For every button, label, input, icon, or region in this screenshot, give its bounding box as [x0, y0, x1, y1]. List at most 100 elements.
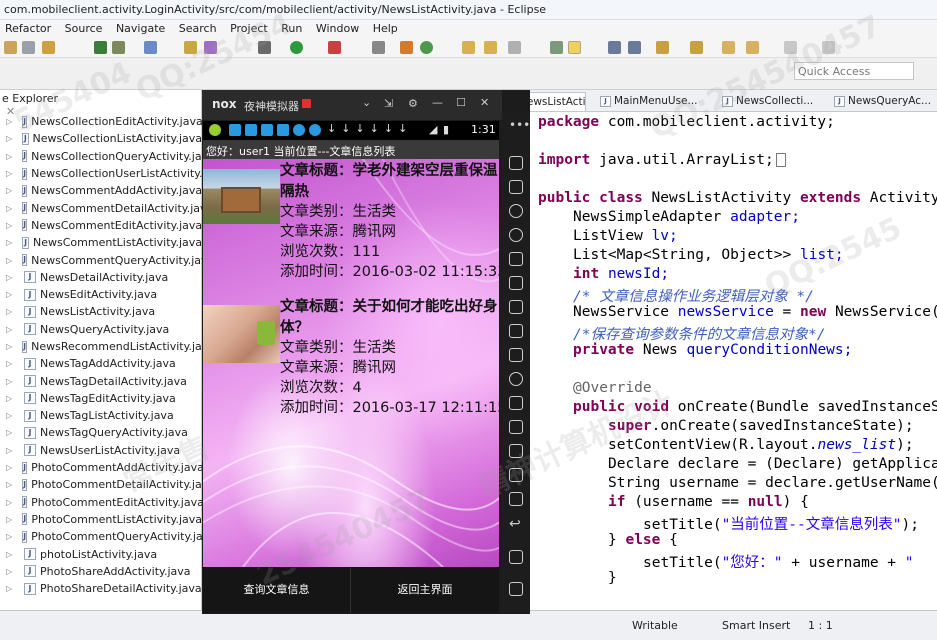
menu-refactor[interactable]: Refactor	[0, 20, 56, 35]
expand-arrow-icon[interactable]: ▷	[6, 567, 14, 576]
expand-arrow-icon[interactable]: ▷	[6, 307, 14, 316]
expand-arrow-icon[interactable]: ▷	[6, 342, 12, 351]
open-folder-icon[interactable]	[462, 41, 475, 54]
file-item[interactable]: ▷ J NewsTagDetailActivity.java	[6, 372, 202, 389]
perspective-icon[interactable]	[822, 41, 835, 54]
file-item[interactable]: ▷ J NewsCommentEditActivity.java	[6, 217, 202, 234]
menu-navigate[interactable]: Navigate	[111, 20, 170, 35]
expand-arrow-icon[interactable]: ▷	[6, 446, 14, 455]
tab-newscollection[interactable]: J NewsCollecti...	[720, 92, 830, 111]
maximize-icon[interactable]: ☐	[456, 96, 466, 109]
file-item[interactable]: ▷ J NewsTagEditActivity.java	[6, 390, 202, 407]
file-item[interactable]: ▷ J PhotoCommentEditActivity.java	[6, 494, 204, 511]
notification-badge-icon[interactable]	[302, 99, 311, 108]
code-editor[interactable]: package com.mobileclient.activity; impor…	[530, 112, 937, 610]
recent-apps-icon[interactable]	[509, 582, 523, 596]
expand-arrow-icon[interactable]: ▷	[6, 204, 12, 213]
settings-icon[interactable]: ⚙	[408, 97, 418, 110]
new-project-icon[interactable]	[144, 41, 157, 54]
file-item[interactable]: ▷ J NewsTagAddActivity.java	[6, 355, 202, 372]
pen-icon[interactable]	[508, 41, 521, 54]
add-icon[interactable]	[509, 492, 523, 506]
android-sdk-icon[interactable]	[94, 41, 107, 54]
open-type-icon[interactable]	[400, 41, 413, 54]
screenshot-icon[interactable]	[509, 252, 523, 266]
file-item[interactable]: ▷ J NewsQueryActivity.java	[6, 321, 202, 338]
file-item[interactable]: ▷ J NewsTagQueryActivity.java	[6, 424, 202, 441]
file-item[interactable]: ▷ J NewsCommentDetailActivity.java	[6, 199, 213, 216]
menu-run[interactable]: Run	[276, 20, 307, 35]
loading-icon[interactable]	[509, 372, 523, 386]
run-icon[interactable]	[290, 41, 303, 54]
file-item[interactable]: ▷ J NewsCollectionEditActivity.java	[6, 113, 203, 130]
show-whitespace-icon[interactable]	[628, 41, 641, 54]
file-item[interactable]: ▷ J NewsCollectionListActivity.java	[6, 130, 202, 147]
pin-icon[interactable]: ⇲	[384, 97, 393, 110]
expand-arrow-icon[interactable]: ▷	[6, 515, 12, 524]
expand-arrow-icon[interactable]: ▷	[6, 221, 12, 230]
save-all-icon[interactable]	[22, 41, 35, 54]
location-icon[interactable]	[509, 228, 523, 242]
phone-icon[interactable]	[509, 156, 523, 170]
avd-manager-icon[interactable]	[112, 41, 125, 54]
annotation-icon[interactable]	[550, 41, 563, 54]
expand-arrow-icon[interactable]: ▷	[6, 325, 14, 334]
expand-arrow-icon[interactable]: ▷	[6, 463, 12, 472]
folder-icon[interactable]	[484, 41, 497, 54]
file-item[interactable]: ▷ J PhotoCommentDetailActivity.java	[6, 476, 215, 493]
file-item[interactable]: ▷ J PhotoCommentListActivity.java	[6, 511, 202, 528]
folded-imports-icon[interactable]	[775, 153, 786, 167]
expand-arrow-icon[interactable]: ▷	[6, 498, 12, 507]
shake-icon[interactable]	[509, 396, 523, 410]
back-arrow-icon[interactable]: ↩	[509, 516, 521, 532]
file-item[interactable]: ▷ J NewsCommentAddActivity.java	[6, 182, 202, 199]
fullscreen-icon[interactable]	[509, 276, 523, 290]
expand-arrow-icon[interactable]: ▷	[6, 186, 12, 195]
print-icon[interactable]	[42, 41, 55, 54]
keyboard-icon[interactable]	[509, 180, 523, 194]
file-item[interactable]: ▷ J NewsCollectionQueryActivity.java	[6, 148, 215, 165]
menu-search[interactable]: Search	[174, 20, 222, 35]
expand-arrow-icon[interactable]: ▷	[6, 238, 12, 247]
external-tools-icon[interactable]	[328, 41, 341, 54]
new-package-icon[interactable]	[184, 41, 197, 54]
close-icon[interactable]: ✕	[480, 96, 489, 109]
menu-project[interactable]: Project	[225, 20, 273, 35]
tab-newsquery[interactable]: J NewsQueryAc...	[832, 92, 937, 111]
news-list[interactable]: 文章标题：学老外建架空层重保温隔热 文章类别：生活类 文章来源：腾讯网 浏览次数…	[203, 159, 499, 567]
expand-arrow-icon[interactable]: ▷	[6, 256, 12, 265]
file-item[interactable]: ▷ J PhotoShareAddActivity.java	[6, 563, 202, 580]
file-item[interactable]: ▷ J NewsDetailActivity.java	[6, 269, 202, 286]
expand-arrow-icon[interactable]: ▷	[6, 480, 12, 489]
save-icon[interactable]	[4, 41, 17, 54]
expand-arrow-icon[interactable]: ▷	[6, 584, 14, 593]
chevron-down-icon[interactable]: ⌄	[362, 96, 371, 109]
file-item[interactable]: ▷ J PhotoCommentAddActivity.java	[6, 459, 204, 476]
debug-icon[interactable]	[258, 41, 271, 54]
next-annotation-icon[interactable]	[656, 41, 669, 54]
file-item[interactable]: ▷ J NewsRecommendListActivity.java	[6, 338, 215, 355]
multi-instance-icon[interactable]	[509, 444, 523, 458]
menu-source[interactable]: Source	[60, 20, 108, 35]
expand-arrow-icon[interactable]: ▷	[6, 273, 14, 282]
menu-window[interactable]: Window	[311, 20, 364, 35]
scissors-icon[interactable]	[509, 204, 523, 218]
file-item[interactable]: ▷ J NewsEditActivity.java	[6, 286, 202, 303]
file-item[interactable]: ▷ J NewsCollectionUserListActivity.java	[6, 165, 226, 182]
expand-arrow-icon[interactable]: ▷	[6, 359, 14, 368]
highlight-icon[interactable]	[568, 41, 581, 54]
menu-help[interactable]: Help	[368, 20, 403, 35]
expand-arrow-icon[interactable]: ▷	[6, 290, 14, 299]
tab-mainmenuuser[interactable]: J MainMenuUse...	[598, 92, 706, 111]
file-item[interactable]: ▷ J NewsListActivity.java	[6, 303, 202, 320]
apk-icon[interactable]	[509, 348, 523, 362]
expand-arrow-icon[interactable]: ▷	[6, 428, 14, 437]
file-item[interactable]: ▷ J NewsTagListActivity.java	[6, 407, 202, 424]
next-edit-icon[interactable]	[784, 41, 797, 54]
package-explorer-tab[interactable]: e Explorer ✕	[0, 90, 70, 118]
minimize-icon[interactable]: —	[432, 96, 443, 109]
expand-arrow-icon[interactable]: ▷	[6, 169, 12, 178]
file-item[interactable]: ▷ J PhotoShareDetailActivity.java	[6, 580, 202, 597]
query-news-button[interactable]: 查询文章信息	[203, 568, 351, 613]
expand-arrow-icon[interactable]: ▷	[6, 532, 12, 541]
